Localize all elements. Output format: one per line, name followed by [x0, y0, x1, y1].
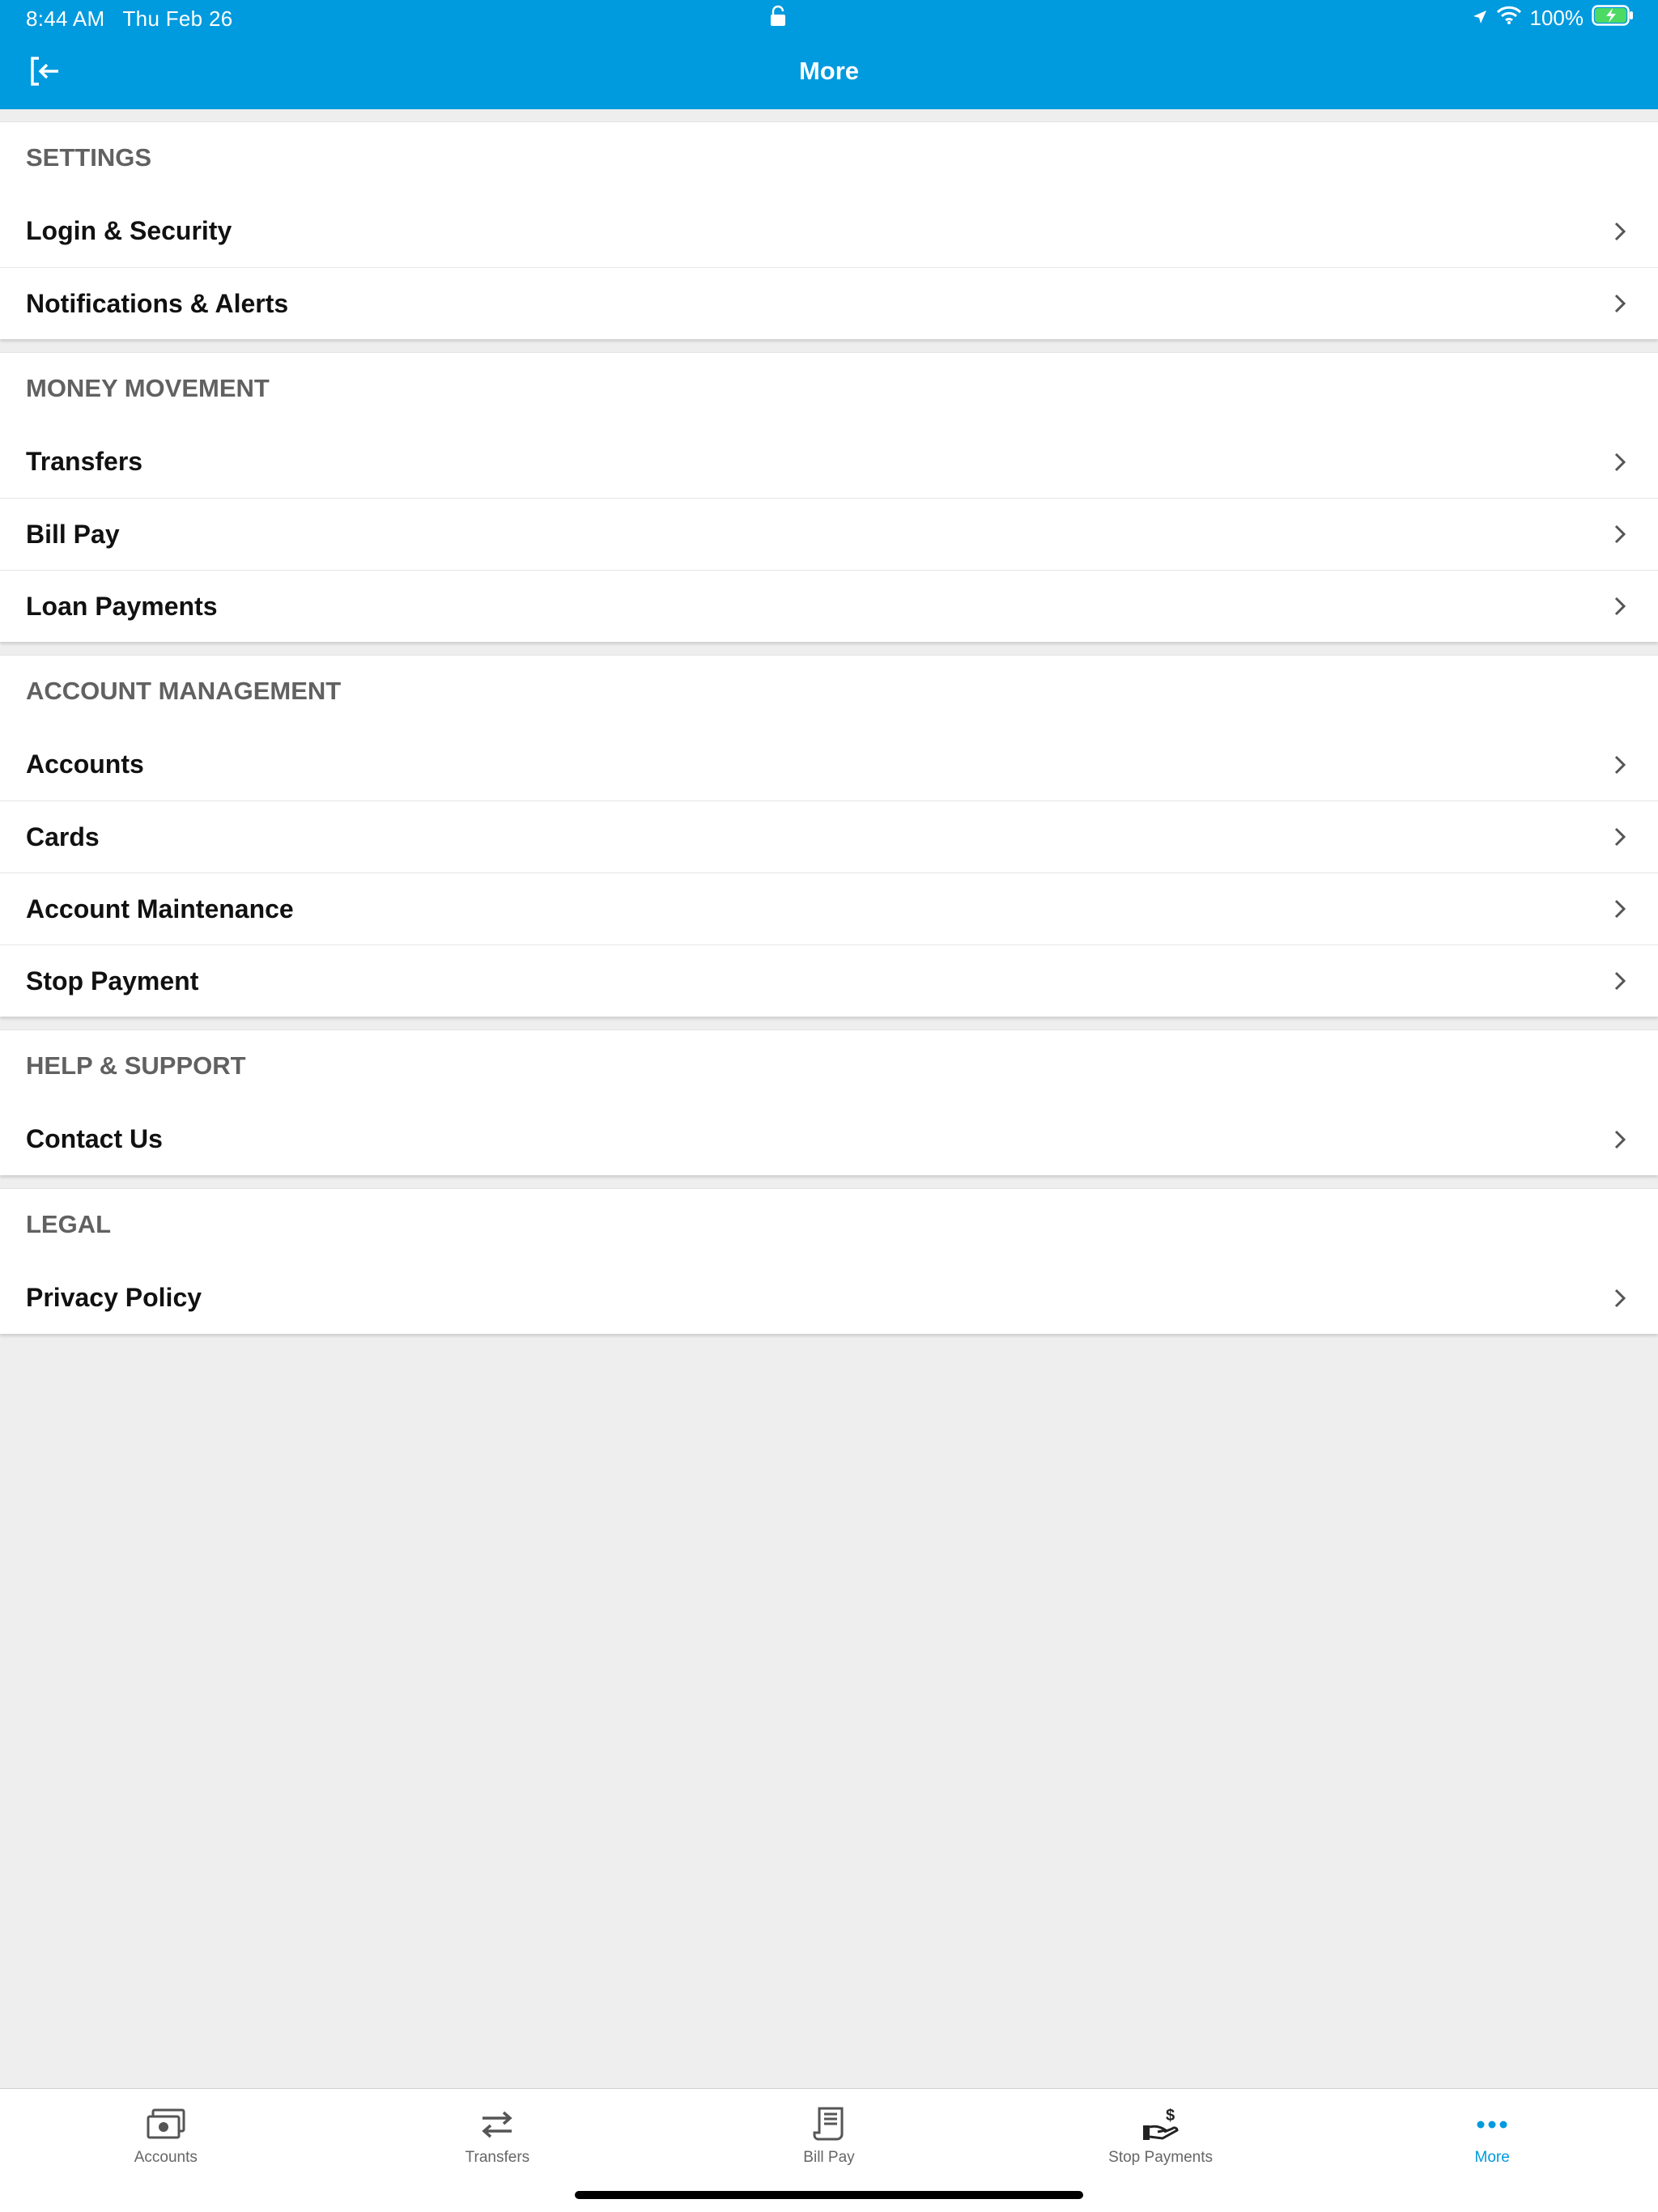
row-label: Loan Payments — [26, 591, 218, 621]
row-loan-payments[interactable]: Loan Payments — [0, 570, 1658, 642]
wifi-icon — [1496, 6, 1522, 31]
row-label: Cards — [26, 822, 100, 851]
status-bar: 8:44 AM Thu Feb 26 100% — [0, 0, 1658, 37]
chevron-right-icon — [1613, 754, 1627, 776]
home-indicator[interactable] — [575, 2191, 1083, 2199]
row-label: Account Maintenance — [26, 894, 294, 923]
hand-dollar-icon: $ — [1140, 2105, 1182, 2144]
settings-list: SETTINGS Login & Security Notifications … — [0, 121, 1658, 1347]
row-label: Contact Us — [26, 1124, 163, 1153]
row-transfers[interactable]: Transfers — [0, 426, 1658, 498]
tab-label: Accounts — [134, 2149, 198, 2166]
row-login-security[interactable]: Login & Security — [0, 195, 1658, 267]
row-label: Transfers — [26, 447, 143, 476]
tab-transfers[interactable]: Transfers — [332, 2089, 664, 2186]
nav-bar: More — [0, 37, 1658, 109]
battery-charging-icon — [1592, 5, 1634, 32]
location-icon — [1472, 6, 1488, 31]
chevron-right-icon — [1613, 1128, 1627, 1151]
row-privacy-policy[interactable]: Privacy Policy — [0, 1262, 1658, 1334]
section-header: ACCOUNT MANAGEMENT — [26, 677, 342, 705]
bill-icon — [808, 2105, 850, 2144]
tab-stop-payments[interactable]: $ Stop Payments — [995, 2089, 1327, 2186]
row-label: Accounts — [26, 749, 144, 779]
svg-text:$: $ — [1166, 2107, 1175, 2125]
section-header: MONEY MOVEMENT — [26, 374, 270, 402]
tab-label: More — [1474, 2149, 1510, 2166]
status-time: 8:44 AM — [26, 6, 105, 31]
row-account-maintenance[interactable]: Account Maintenance — [0, 872, 1658, 945]
tab-accounts[interactable]: Accounts — [0, 2089, 332, 2186]
row-notifications-alerts[interactable]: Notifications & Alerts — [0, 267, 1658, 339]
status-right: 100% — [1472, 5, 1635, 32]
row-label: Notifications & Alerts — [26, 288, 289, 318]
tab-label: Transfers — [465, 2149, 530, 2166]
section-legal: LEGAL Privacy Policy — [0, 1188, 1658, 1334]
page-title: More — [798, 57, 860, 85]
section-settings: SETTINGS Login & Security Notifications … — [0, 121, 1658, 339]
chevron-right-icon — [1613, 970, 1627, 992]
section-header: HELP & SUPPORT — [26, 1051, 246, 1080]
tab-bill-pay[interactable]: Bill Pay — [663, 2089, 995, 2186]
chevron-right-icon — [1613, 451, 1627, 473]
row-contact-us[interactable]: Contact Us — [0, 1103, 1658, 1175]
row-accounts[interactable]: Accounts — [0, 728, 1658, 800]
tab-bar: Accounts Transfers Bill Pay $ Stop Payme… — [0, 2088, 1658, 2212]
row-bill-pay[interactable]: Bill Pay — [0, 498, 1658, 570]
row-stop-payment[interactable]: Stop Payment — [0, 945, 1658, 1017]
chevron-right-icon — [1613, 220, 1627, 243]
cash-icon — [145, 2105, 187, 2144]
chevron-right-icon — [1613, 898, 1627, 920]
row-cards[interactable]: Cards — [0, 800, 1658, 872]
chevron-right-icon — [1613, 826, 1627, 848]
section-header: SETTINGS — [26, 143, 152, 172]
row-label: Login & Security — [26, 216, 232, 245]
tab-label: Stop Payments — [1108, 2149, 1213, 2166]
chevron-right-icon — [1613, 523, 1627, 546]
section-account-management: ACCOUNT MANAGEMENT Accounts Cards Accoun… — [0, 655, 1658, 1017]
lock-icon — [769, 5, 792, 29]
chevron-right-icon — [1613, 1287, 1627, 1310]
status-date: Thu Feb 26 — [122, 6, 233, 31]
chevron-right-icon — [1613, 292, 1627, 315]
battery-percent: 100% — [1529, 6, 1584, 30]
chevron-right-icon — [1613, 595, 1627, 618]
status-left: 8:44 AM Thu Feb 26 — [26, 6, 232, 32]
section-header: LEGAL — [26, 1210, 112, 1238]
row-label: Bill Pay — [26, 519, 120, 549]
row-label: Privacy Policy — [26, 1283, 202, 1312]
section-help-support: HELP & SUPPORT Contact Us — [0, 1030, 1658, 1175]
tabs: Accounts Transfers Bill Pay $ Stop Payme… — [0, 2089, 1658, 2186]
tab-label: Bill Pay — [803, 2149, 855, 2166]
tab-more[interactable]: More — [1326, 2089, 1658, 2186]
transfer-arrows-icon — [476, 2105, 518, 2144]
app-header: 8:44 AM Thu Feb 26 100% More — [0, 0, 1658, 109]
ellipsis-icon — [1471, 2105, 1513, 2144]
row-label: Stop Payment — [26, 966, 199, 996]
section-money-movement: MONEY MOVEMENT Transfers Bill Pay Loan P… — [0, 352, 1658, 642]
